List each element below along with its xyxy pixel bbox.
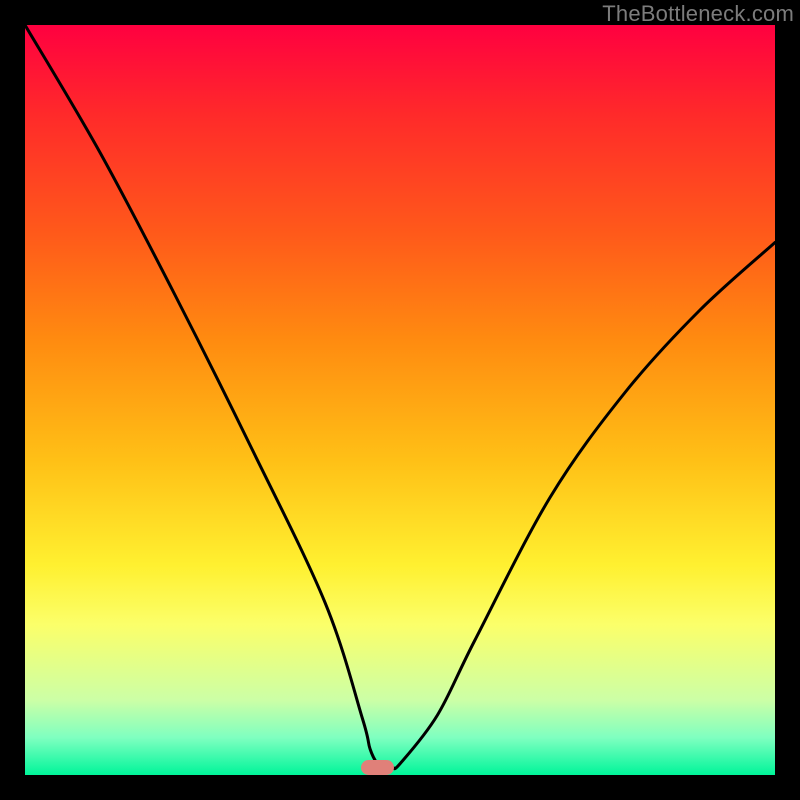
optimal-marker — [361, 760, 395, 775]
watermark-text: TheBottleneck.com — [602, 1, 794, 27]
plot-area — [25, 25, 775, 775]
chart-frame: TheBottleneck.com — [0, 0, 800, 800]
bottleneck-curve — [25, 25, 775, 775]
